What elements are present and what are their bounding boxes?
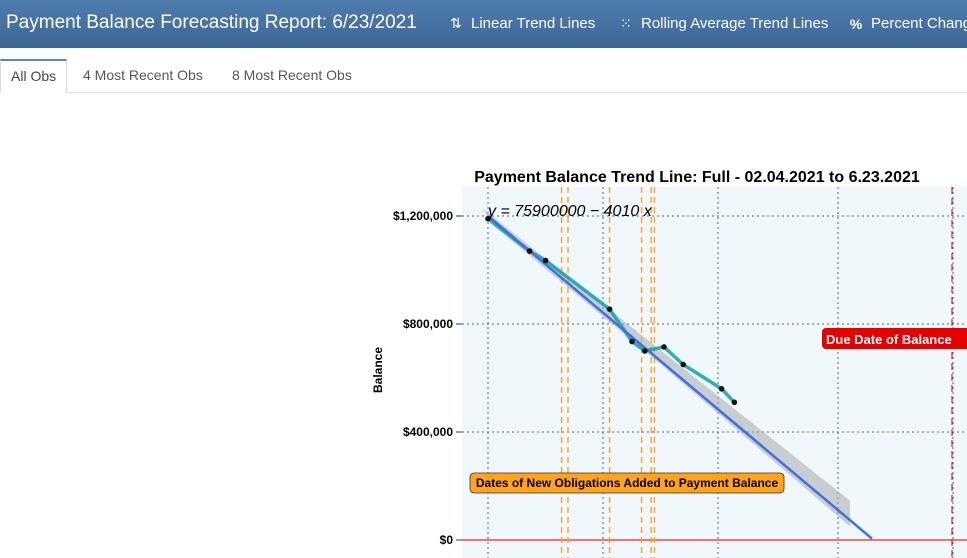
observation-point xyxy=(542,257,549,264)
trend-chart: Payment Balance Trend Line: Full - 02.04… xyxy=(371,169,967,558)
y-tick-label: $800,000 xyxy=(403,317,453,331)
observation-point xyxy=(642,348,648,354)
observation-point xyxy=(661,344,667,350)
y-tick-label: $0 xyxy=(440,533,454,547)
trend-equation: y = 75900000 − 4010 x xyxy=(487,203,653,220)
plot-area: $0 $400,000 $800,000 $1,200,000 y = 75900000… xyxy=(393,187,967,558)
observation-point xyxy=(680,361,686,368)
obligation-label: Dates of New Obligations Added to Paymen… xyxy=(476,476,779,490)
y-tick-label: $400,000 xyxy=(403,425,453,439)
observation-point xyxy=(526,248,533,254)
observation-point xyxy=(606,306,613,312)
y-axis-label: Balance xyxy=(371,347,385,393)
observation-point xyxy=(731,399,738,406)
observation-point xyxy=(718,386,725,392)
chart-title: Payment Balance Trend Line: Full - 02.04… xyxy=(474,169,920,186)
observation-point xyxy=(629,338,635,345)
plot-background xyxy=(462,187,967,558)
y-tick-label: $1,200,000 xyxy=(393,209,453,223)
due-date-label: Due Date of Balance xyxy=(826,332,952,347)
